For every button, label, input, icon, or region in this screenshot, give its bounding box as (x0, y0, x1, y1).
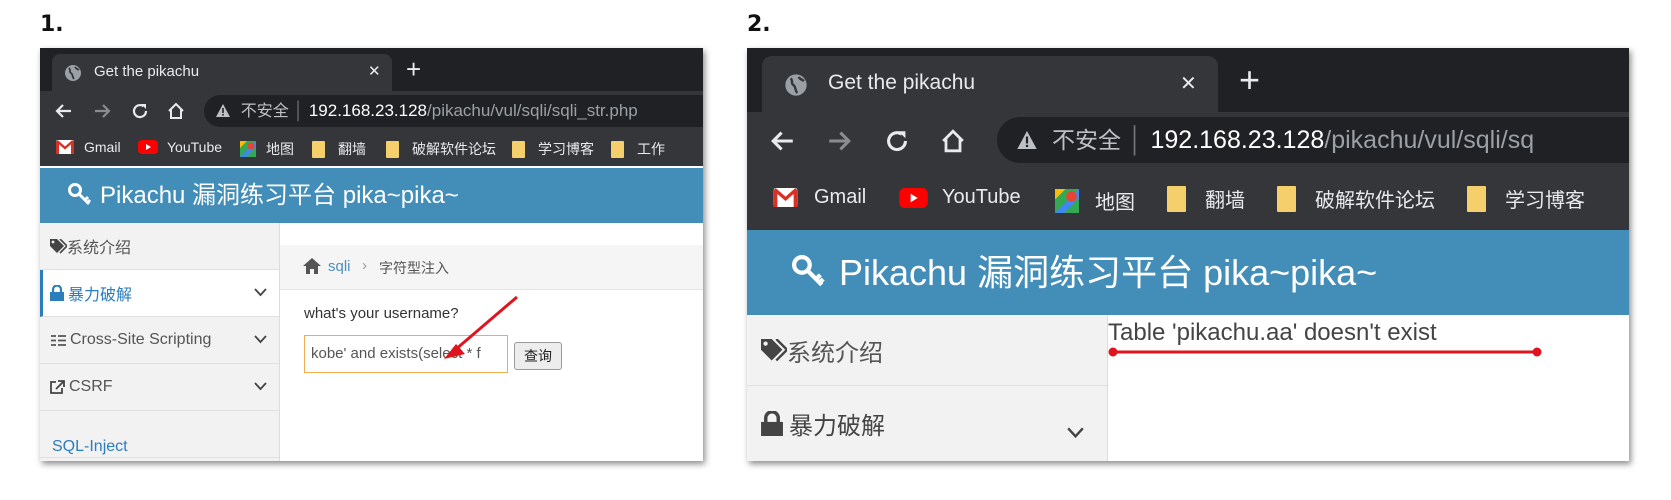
screenshot-1: Get the pikachu ✕ + 不安全 │ 192.168.23.128… (40, 48, 703, 461)
screenshot-2: Get the pikachu ✕ + 不安全 │ 192.168.23.128… (747, 48, 1629, 461)
annotation-arrow (444, 295, 518, 359)
annotation-underline (1108, 347, 1542, 357)
step-1-label: 1. (40, 12, 64, 37)
step-2-label: 2. (747, 12, 771, 37)
